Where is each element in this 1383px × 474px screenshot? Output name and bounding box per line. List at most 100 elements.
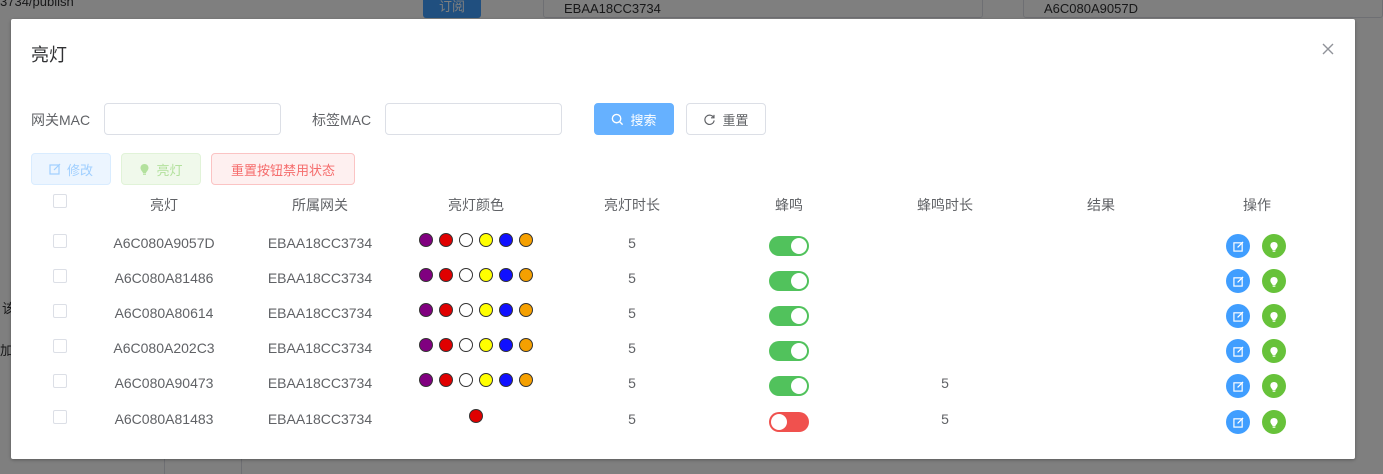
row-checkbox[interactable]: [53, 339, 67, 353]
color-dot: [419, 303, 433, 317]
header-result: 结果: [1087, 197, 1115, 213]
bulb-icon: [1270, 417, 1278, 428]
color-dot: [419, 233, 433, 247]
color-dot: [439, 373, 453, 387]
row-checkbox[interactable]: [53, 374, 67, 388]
row-checkbox[interactable]: [53, 304, 67, 318]
row-light-button[interactable]: [1262, 374, 1286, 398]
color-dot: [439, 233, 453, 247]
row-checkbox[interactable]: [53, 234, 67, 248]
header-buzzer: 蜂鸣: [775, 197, 803, 213]
color-dot: [469, 409, 483, 423]
row-light-button[interactable]: [1262, 304, 1286, 328]
select-all-checkbox[interactable]: [53, 194, 67, 208]
close-icon[interactable]: [1320, 41, 1336, 57]
color-dot: [519, 268, 533, 282]
buzzer-switch[interactable]: [769, 341, 809, 361]
tag-mac-cell: A6C080A90473: [114, 375, 214, 391]
dialog-title: 亮灯: [31, 45, 67, 65]
color-dot: [419, 338, 433, 352]
color-dot: [439, 338, 453, 352]
tag-mac-cell: A6C080A81483: [114, 411, 214, 427]
buzzer-switch[interactable]: [769, 306, 809, 326]
row-edit-button[interactable]: [1226, 339, 1250, 363]
header-gateway: 所属网关: [292, 197, 348, 213]
bulb-icon: [1270, 276, 1278, 287]
color-dot: [519, 233, 533, 247]
header-actions: 操作: [1243, 197, 1271, 213]
gateway-cell: EBAA18CC3734: [267, 305, 373, 321]
bulb-icon: [1270, 381, 1278, 392]
switch-knob: [791, 378, 807, 394]
row-edit-button[interactable]: [1226, 234, 1250, 258]
row-light-button[interactable]: [1262, 269, 1286, 293]
row-light-button[interactable]: [1262, 234, 1286, 258]
bulb-icon: [140, 164, 149, 175]
row-checkbox[interactable]: [53, 269, 67, 283]
tag-mac-cell: A6C080A9057D: [113, 235, 215, 251]
edit-icon: [1232, 345, 1244, 357]
buzzer-switch[interactable]: [769, 236, 809, 256]
color-dot: [439, 268, 453, 282]
color-dot: [519, 303, 533, 317]
color-dot: [479, 303, 493, 317]
color-dots: [419, 303, 533, 317]
color-dot: [419, 373, 433, 387]
row-checkbox[interactable]: [53, 410, 67, 424]
color-dots: [419, 268, 533, 282]
color-dot: [519, 338, 533, 352]
gateway-mac-input[interactable]: [104, 103, 281, 135]
header-tag: 亮灯: [150, 197, 178, 213]
buzzer-switch[interactable]: [769, 376, 809, 396]
switch-knob: [771, 414, 787, 430]
row-edit-button[interactable]: [1226, 304, 1250, 328]
buzz-duration-cell: 5: [941, 375, 949, 391]
gateway-cell: EBAA18CC3734: [267, 340, 373, 356]
duration-cell: 5: [628, 375, 636, 391]
color-dot: [479, 373, 493, 387]
reset-button[interactable]: 重置: [686, 103, 766, 135]
bulb-icon: [1270, 311, 1278, 322]
search-button[interactable]: 搜索: [594, 103, 674, 135]
switch-knob: [791, 308, 807, 324]
color-dot: [479, 268, 493, 282]
header-buzz-duration: 蜂鸣时长: [917, 197, 973, 213]
color-dots: [419, 233, 533, 247]
table-row: A6C080A90473 EBAA18CC3734 5 5: [31, 365, 1347, 400]
light-button-label: 亮灯: [156, 162, 183, 178]
header-duration: 亮灯时长: [604, 197, 660, 213]
buzzer-switch[interactable]: [769, 412, 809, 432]
duration-cell: 5: [628, 235, 636, 251]
color-dot: [459, 373, 473, 387]
table-row: A6C080A9057D EBAA18CC3734 5: [31, 225, 1347, 260]
color-dot: [499, 233, 513, 247]
reset-disabled-state-button[interactable]: 重置按钮禁用状态: [211, 153, 355, 185]
color-dot: [459, 268, 473, 282]
row-edit-button[interactable]: [1226, 410, 1250, 434]
color-dot: [459, 303, 473, 317]
gateway-cell: EBAA18CC3734: [267, 375, 373, 391]
light-button[interactable]: 亮灯: [121, 153, 201, 185]
switch-knob: [791, 238, 807, 254]
reset-button-label: 重置: [722, 112, 749, 128]
table-row: A6C080A202C3 EBAA18CC3734 5: [31, 330, 1347, 365]
buzzer-switch[interactable]: [769, 271, 809, 291]
color-dots: [419, 338, 533, 352]
table-row: A6C080A81486 EBAA18CC3734 5: [31, 260, 1347, 295]
gateway-mac-label: 网关MAC: [31, 112, 91, 128]
row-light-button[interactable]: [1262, 339, 1286, 363]
header-color: 亮灯颜色: [448, 197, 504, 213]
tag-mac-cell: A6C080A81486: [114, 270, 214, 286]
color-dot: [439, 303, 453, 317]
edit-button[interactable]: 修改: [31, 153, 111, 185]
row-light-button[interactable]: [1262, 410, 1286, 434]
row-edit-button[interactable]: [1226, 269, 1250, 293]
duration-cell: 5: [628, 411, 636, 427]
color-dot: [479, 338, 493, 352]
color-dot: [499, 268, 513, 282]
edit-icon: [1232, 416, 1244, 428]
color-dots: [419, 373, 533, 387]
tag-mac-input[interactable]: [385, 103, 562, 135]
edit-icon: [1232, 310, 1244, 322]
row-edit-button[interactable]: [1226, 374, 1250, 398]
